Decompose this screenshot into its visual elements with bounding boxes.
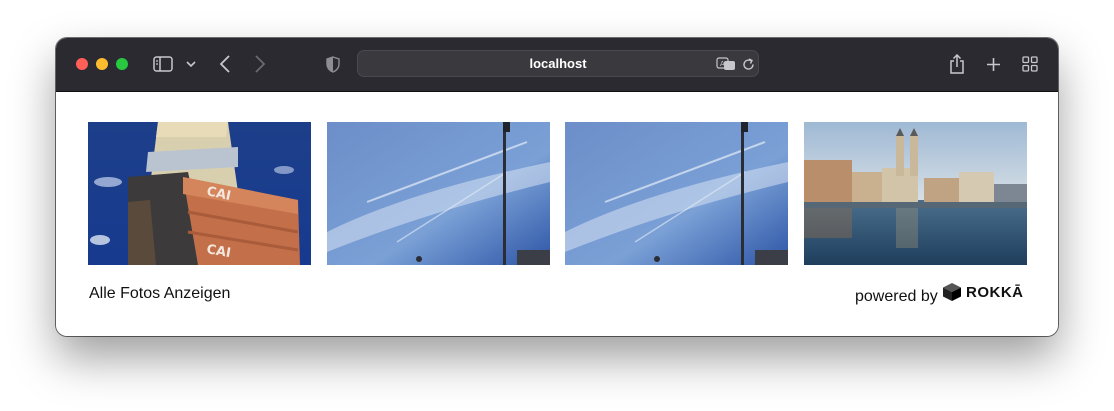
svg-text:A: A	[720, 60, 725, 68]
chevron-down-icon[interactable]	[184, 58, 198, 70]
new-tab-plus-icon[interactable]	[983, 54, 1003, 74]
gallery-photo-sky-1[interactable]	[327, 122, 550, 265]
address-bar[interactable]: localhost A	[357, 50, 759, 77]
brand-name: ROKKĀ	[966, 283, 1024, 301]
page-content: CAI CAI Alle Fotos Anzeigen powered by R…	[56, 92, 1058, 336]
sidebar-toggle-icon[interactable]	[152, 54, 174, 74]
browser-window: localhost A CAI CAI Alle Fotos Anzeigen …	[56, 38, 1058, 336]
back-arrow-icon[interactable]	[216, 54, 234, 74]
share-icon[interactable]	[946, 52, 968, 76]
cube-logo-icon	[943, 283, 961, 301]
zoom-window-button[interactable]	[116, 58, 128, 70]
all-photos-link[interactable]: Alle Fotos Anzeigen	[89, 285, 230, 303]
gallery-photo-containers[interactable]: CAI CAI	[88, 122, 311, 265]
powered-by-label: powered by	[855, 288, 938, 305]
gallery-photo-sky-2[interactable]	[565, 122, 788, 265]
minimize-window-button[interactable]	[96, 58, 108, 70]
rokka-logo[interactable]: ROKKĀ	[942, 282, 1024, 302]
privacy-shield-icon[interactable]	[324, 54, 342, 74]
translate-icon[interactable]: A	[716, 56, 736, 72]
close-window-button[interactable]	[76, 58, 88, 70]
browser-toolbar: localhost A	[56, 38, 1058, 92]
reload-icon[interactable]	[740, 56, 756, 72]
tab-overview-icon[interactable]	[1020, 54, 1040, 74]
forward-arrow-icon[interactable]	[251, 54, 269, 74]
url-text: localhost	[529, 56, 587, 71]
gallery-photo-zurich[interactable]	[804, 122, 1027, 265]
